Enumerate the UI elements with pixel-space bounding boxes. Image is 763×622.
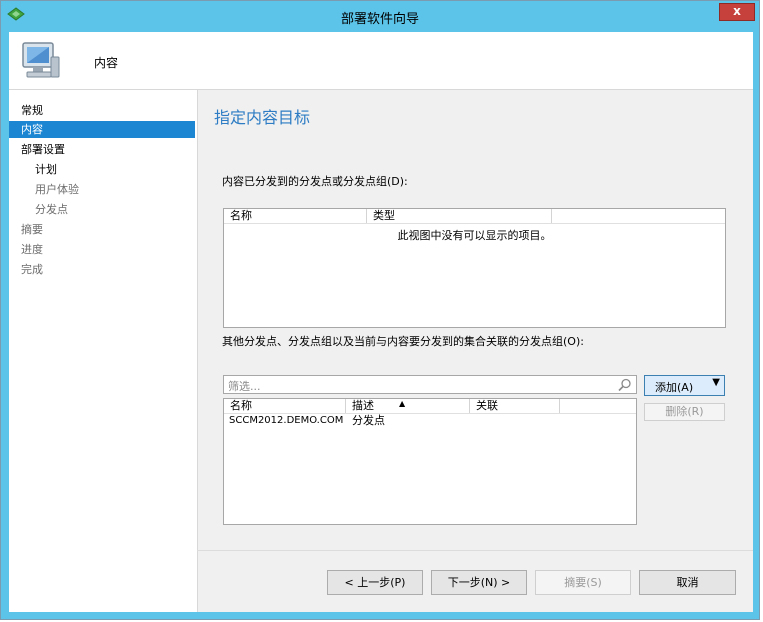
distributed-list[interactable]: 名称 类型 此视图中没有可以显示的项目。 <box>223 208 726 328</box>
available-list[interactable]: 名称 描述 ▲ 关联 SCCM2012.DEMO.COM 分发点 <box>223 398 637 525</box>
nav-item-schedule[interactable]: 计划 <box>35 161 57 178</box>
nav-item-general[interactable]: 常规 <box>21 102 43 119</box>
page-title: 指定内容目标 <box>214 108 311 127</box>
available-list-label: 其他分发点、分发点组以及当前与内容要分发到的集合关联的分发点组(O): <box>222 335 584 348</box>
remove-button[interactable]: 删除(R) <box>644 403 725 421</box>
footer-divider <box>197 550 753 551</box>
row-name-cell: SCCM2012.DEMO.COM <box>229 415 344 426</box>
nav-item-distribution-points[interactable]: 分发点 <box>35 201 68 218</box>
column-header-name[interactable]: 名称 <box>224 209 367 223</box>
nav-item-completion[interactable]: 完成 <box>21 261 43 278</box>
distributed-list-label: 内容已分发到的分发点或分发点组(D): <box>222 175 408 188</box>
computer-icon <box>22 42 60 78</box>
row-description-cell: 分发点 <box>352 414 385 427</box>
wizard-nav: 常规 内容 部署设置 计划 用户体验 分发点 摘要 进度 完成 <box>9 90 198 612</box>
add-button-label: 添加(A) <box>655 381 694 394</box>
header-step-label: 内容 <box>94 56 119 70</box>
close-button[interactable]: x <box>719 3 755 21</box>
add-button[interactable]: 添加(A) ▼ <box>644 375 725 396</box>
search-icon[interactable] <box>618 378 632 392</box>
chevron-down-icon[interactable]: ▼ <box>712 377 720 388</box>
cancel-button[interactable]: 取消 <box>639 570 736 595</box>
table-row[interactable]: SCCM2012.DEMO.COM 分发点 <box>224 414 636 428</box>
wizard-header: 内容 <box>9 32 753 90</box>
nav-item-deployment-settings[interactable]: 部署设置 <box>21 141 65 158</box>
column-header-description-label: 描述 <box>352 399 374 412</box>
column-header-association[interactable]: 关联 <box>470 399 560 413</box>
nav-item-user-experience[interactable]: 用户体验 <box>35 181 79 198</box>
summary-button[interactable]: 摘要(S) <box>535 570 631 595</box>
available-list-header: 名称 描述 ▲ 关联 <box>224 399 636 414</box>
distributed-list-header: 名称 类型 <box>224 209 725 224</box>
next-button[interactable]: 下一步(N) > <box>431 570 527 595</box>
window-title: 部署软件向导 <box>340 12 419 27</box>
previous-button[interactable]: < 上一步(P) <box>327 570 423 595</box>
wizard-window: 部署软件向导 x 内容 常规 内容 部署设置 计划 用户体验 分发点 摘要 进度… <box>0 0 760 620</box>
sort-ascending-icon: ▲ <box>399 399 406 408</box>
nav-item-content[interactable]: 内容 <box>9 121 195 138</box>
column-header-description[interactable]: 描述 ▲ <box>346 399 470 413</box>
wizard-client-area: 内容 常规 内容 部署设置 计划 用户体验 分发点 摘要 进度 完成 指定内容目… <box>9 32 753 612</box>
nav-item-summary[interactable]: 摘要 <box>21 221 43 238</box>
column-header-type[interactable]: 类型 <box>367 209 552 223</box>
nav-item-progress[interactable]: 进度 <box>21 241 43 258</box>
filter-input[interactable]: 筛选... <box>223 375 637 394</box>
empty-list-message: 此视图中没有可以显示的项目。 <box>397 229 552 242</box>
title-bar[interactable]: 部署软件向导 x <box>1 1 759 31</box>
filter-placeholder: 筛选... <box>228 380 261 393</box>
column-header-name[interactable]: 名称 <box>224 399 346 413</box>
